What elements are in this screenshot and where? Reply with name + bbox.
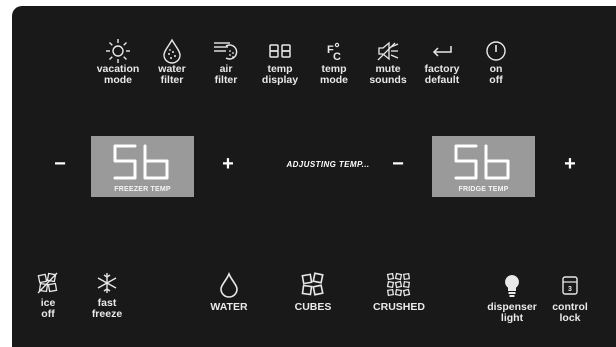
fridge-seven-segment-readout xyxy=(454,144,510,180)
freezer-temp-label: FREEZER TEMP xyxy=(114,186,171,193)
on-off-label: on off xyxy=(489,63,503,86)
vacation-mode-label: vacation mode xyxy=(96,63,140,86)
fridge-plus-button[interactable]: + xyxy=(558,154,582,174)
factory-default-label: factory default xyxy=(424,63,460,86)
crushed-label: CRUSHED xyxy=(373,301,425,313)
ice-off-label: ice off xyxy=(40,297,56,320)
mute-sounds-label: mute sounds xyxy=(369,63,407,86)
cubes-label: CUBES xyxy=(294,301,332,313)
freezer-temp-display: FREEZER TEMP xyxy=(91,136,194,197)
control-lock-button[interactable]: 3 control lock xyxy=(540,272,600,324)
crushed-button[interactable]: CRUSHED xyxy=(364,272,434,313)
sun-icon xyxy=(106,39,130,63)
ice-cubes-icon xyxy=(301,272,324,296)
cubes-button[interactable]: CUBES xyxy=(278,272,348,313)
air-filter-label: air filter xyxy=(214,63,238,86)
air-filter-button[interactable]: air filter xyxy=(196,38,256,86)
freezer-seven-segment-readout xyxy=(113,144,169,180)
fridge-minus-button[interactable]: − xyxy=(386,154,410,174)
temp-mode-label: temp mode xyxy=(319,63,348,86)
fahrenheit-celsius-icon: F C xyxy=(327,42,341,63)
crushed-ice-icon xyxy=(386,272,411,297)
svg-text:C: C xyxy=(333,51,341,63)
ice-off-icon xyxy=(37,272,58,294)
adjusting-temp-status: ADJUSTING TEMP... xyxy=(286,160,370,169)
lock-badge: 3 xyxy=(568,286,572,293)
vacation-mode-button[interactable]: vacation mode xyxy=(88,38,148,86)
control-lock-label: control lock xyxy=(552,301,588,324)
fast-freeze-label: fast freeze xyxy=(91,297,123,320)
power-icon xyxy=(486,41,506,61)
fridge-temp-display: FRIDGE TEMP xyxy=(432,136,535,197)
water-dispense-button[interactable]: WATER xyxy=(194,272,264,313)
factory-default-button[interactable]: factory default xyxy=(412,38,472,86)
water-drop-outline-icon xyxy=(220,272,238,298)
lock-icon: 3 xyxy=(562,276,578,295)
dispenser-light-button[interactable]: dispenser light xyxy=(477,272,547,324)
air-filter-icon xyxy=(214,42,238,60)
water-drop-icon xyxy=(163,38,181,64)
dispenser-light-label: dispenser light xyxy=(487,301,537,324)
mute-sounds-button[interactable]: mute sounds xyxy=(358,38,418,86)
return-arrow-icon xyxy=(432,46,452,57)
freezer-minus-button[interactable]: − xyxy=(48,154,72,174)
water-filter-label: water filter xyxy=(158,63,186,86)
mute-speaker-icon xyxy=(377,41,399,61)
freezer-plus-button[interactable]: + xyxy=(216,154,240,174)
on-off-button[interactable]: on off xyxy=(466,38,526,86)
ice-off-button[interactable]: ice off xyxy=(23,272,73,320)
temp-mode-button[interactable]: F C temp mode xyxy=(304,38,364,86)
light-bulb-icon xyxy=(505,275,519,297)
water-filter-button[interactable]: water filter xyxy=(142,38,202,86)
control-panel: vacation mode water filter air filter te… xyxy=(12,6,616,347)
fast-freeze-button[interactable]: fast freeze xyxy=(79,272,135,320)
snowflake-icon xyxy=(97,273,117,293)
temp-display-label: temp display xyxy=(261,63,299,86)
temp-display-button[interactable]: temp display xyxy=(250,38,310,86)
water-label: WATER xyxy=(210,301,248,313)
digits-88-icon xyxy=(269,44,291,58)
fridge-temp-label: FRIDGE TEMP xyxy=(458,186,509,193)
